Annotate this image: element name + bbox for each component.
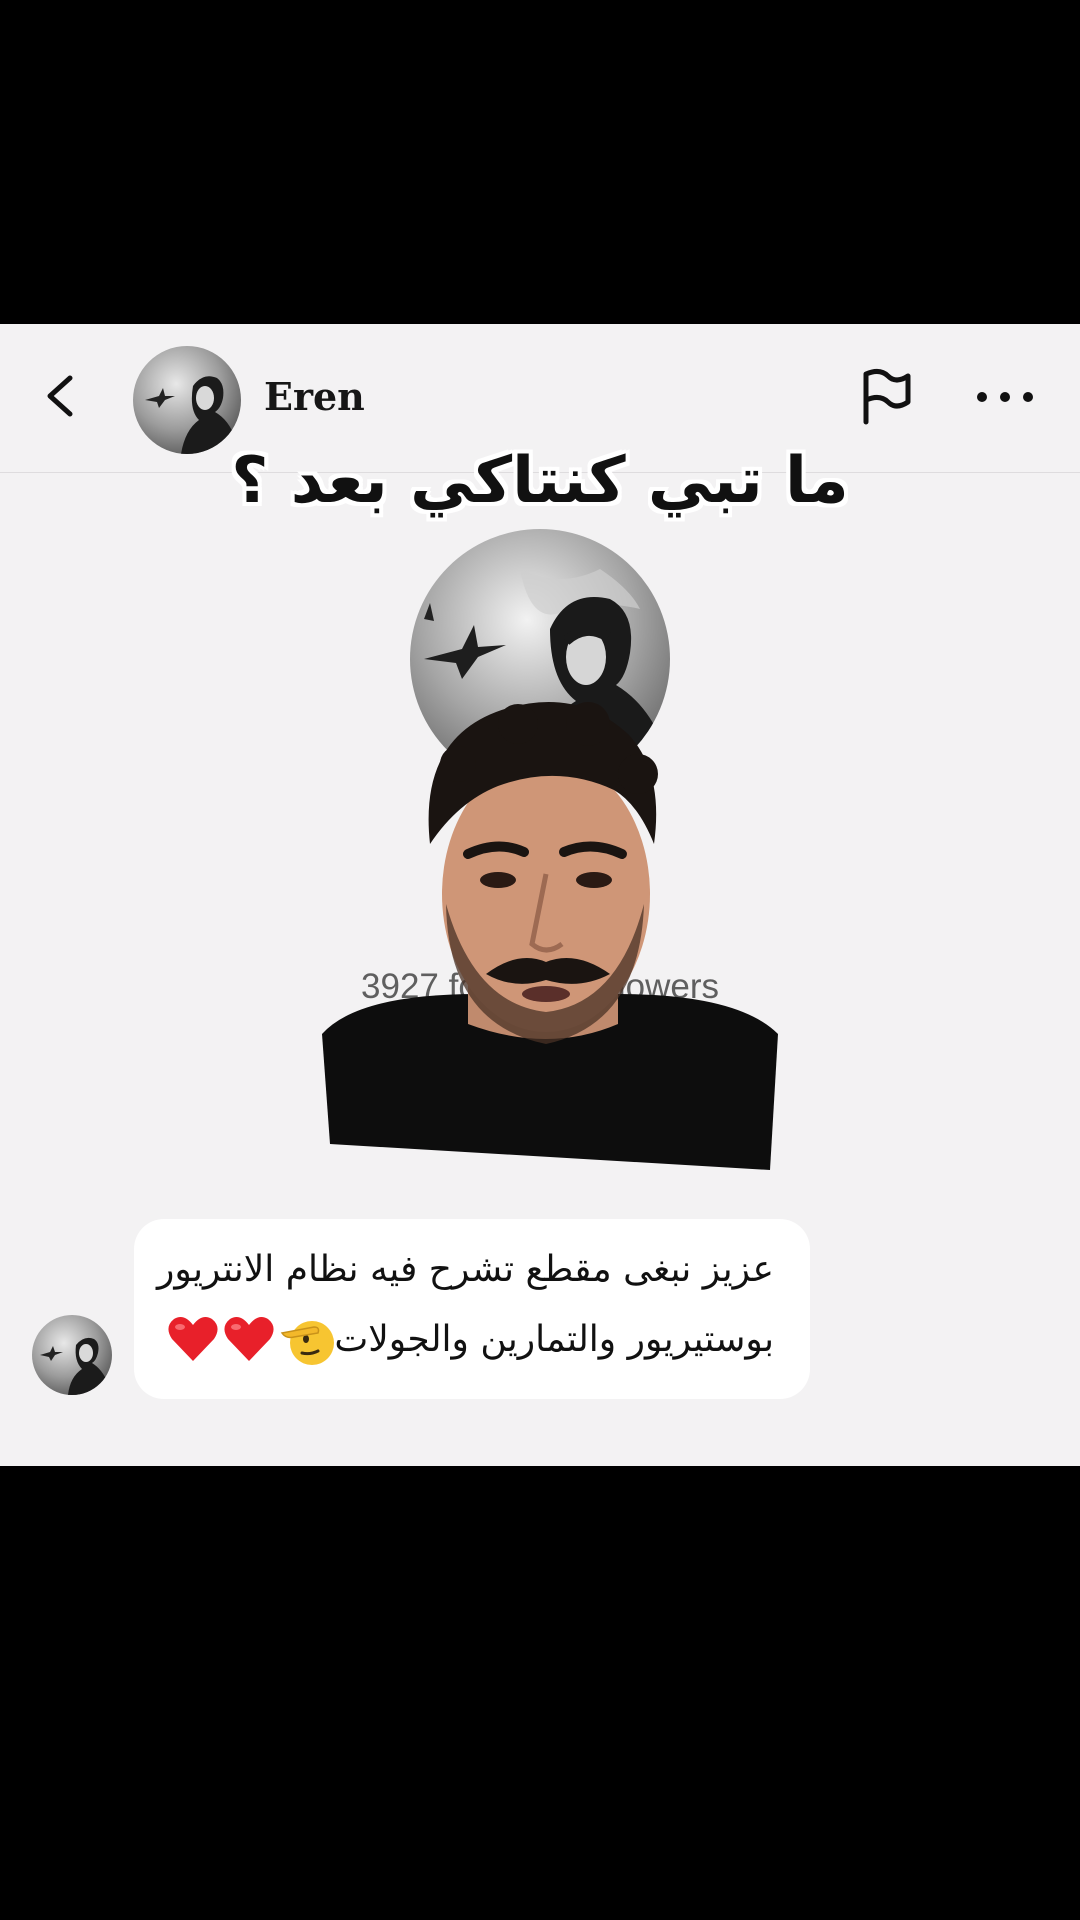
more-button[interactable] (970, 374, 1040, 420)
message-bubble[interactable]: عزيز نبغى مقطع تشرح فيه نظام الانتريور ب… (134, 1219, 810, 1399)
creator-video-overlay (318, 694, 778, 1184)
message-row: عزيز نبغى مقطع تشرح فيه نظام الانتريور ب… (0, 1219, 1080, 1419)
chat-username[interactable]: Eren (264, 374, 365, 419)
report-button[interactable] (852, 364, 918, 430)
video-caption: ما تبي كنتاكي بعد ؟ (231, 444, 849, 518)
screen: Eren 3927 followers ما تبي كنتاكي بعد ؟ … (0, 0, 1080, 1920)
sender-avatar[interactable] (32, 1315, 112, 1395)
saluting-face-icon (280, 1321, 334, 1365)
flag-icon (863, 368, 911, 425)
more-horizontal-icon (977, 392, 1033, 402)
chevron-left-icon (47, 375, 73, 417)
back-button[interactable] (34, 366, 94, 426)
heart-icon (168, 1317, 218, 1361)
avatar[interactable] (133, 346, 241, 454)
message-line-1: عزيز نبغى مقطع تشرح فيه نظام الانتريور (156, 1249, 774, 1290)
chat-panel: Eren 3927 followers ما تبي كنتاكي بعد ؟ … (0, 324, 1080, 1466)
heart-icon (224, 1317, 274, 1361)
message-line-2: بوستيريور والتمارين والجولات (334, 1319, 774, 1360)
